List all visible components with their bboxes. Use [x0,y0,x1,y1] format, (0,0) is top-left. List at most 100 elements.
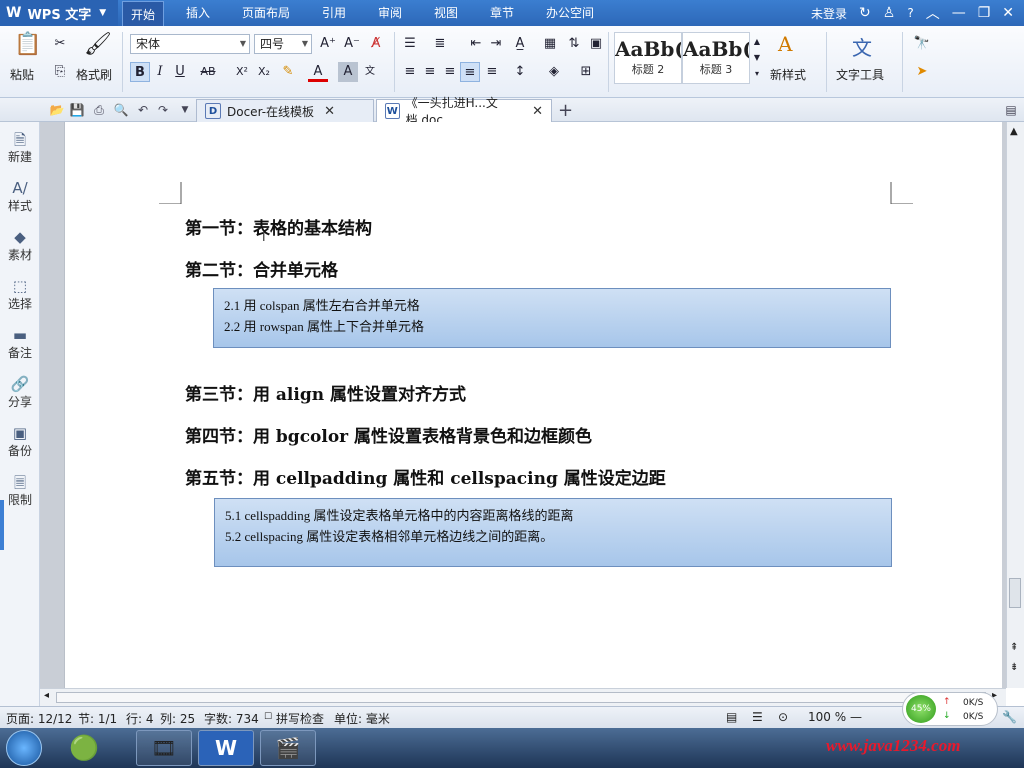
align-center-icon[interactable]: ≡ [420,62,440,82]
customize-icon[interactable]: ▼ [176,101,194,119]
taskbar-app-icon[interactable]: 🟢 [56,730,112,766]
vertical-scrollbar[interactable]: ▲ ⇞ ⇟ [1006,122,1024,688]
hscroll-thumb[interactable] [56,692,986,703]
show-marks-icon[interactable]: ▣ [586,34,606,54]
brush-icon[interactable]: 🖌 [84,32,112,57]
unit-indicator[interactable]: 单位: 毫米 [334,710,390,727]
page-indicator[interactable]: 页面: 12/12 [6,710,72,727]
sidebar-item-select[interactable]: ⬚ 选择 [0,277,40,312]
close-tab-icon[interactable]: ✕ [324,104,335,119]
scroll-up-icon[interactable]: ▲ [1010,126,1018,137]
cut-icon[interactable]: ✂ [50,34,70,54]
login-link[interactable]: 未登录 [811,5,847,22]
find-icon[interactable]: 🔭 [912,34,932,54]
menu-view[interactable]: 视图 [434,0,458,26]
paste-button[interactable]: 粘贴 [10,66,34,83]
bullet-list-icon[interactable]: ☰ [400,34,420,54]
new-style-button[interactable]: 新样式 [770,66,806,83]
text-tools-icon[interactable]: 文 [852,32,872,61]
text-tools-button[interactable]: 文字工具 [836,66,884,83]
wps-app-menu[interactable]: W WPS 文字 ▼ [0,0,118,26]
line-spacing-icon[interactable]: ↕ [510,62,530,82]
bold-icon[interactable]: B [130,62,150,82]
borders-icon[interactable]: ⊞ [576,62,596,82]
style-more-icon[interactable]: ▾ [750,64,764,84]
underline-icon[interactable]: U [170,62,190,82]
superscript-icon[interactable]: X² [232,62,252,82]
horizontal-scrollbar[interactable]: ◂ ▸ [40,688,1006,706]
italic-icon[interactable]: I [150,62,170,82]
document-page[interactable]: 第一节：表格的基本结构 第二节：合并单元格 2.1 用 colspan 属性左右… [64,122,1002,688]
char-format-icon[interactable]: A̲ [510,34,530,54]
heading-section-5[interactable]: 第五节：用 cellpadding 属性和 cellspacing 属性设定边距 [185,464,666,489]
collapse-ribbon-icon[interactable]: ︿ [926,3,940,23]
sort-icon[interactable]: ⇅ [564,34,584,54]
sidebar-item-style[interactable]: A/样式 [0,179,40,214]
minimize-icon[interactable]: — [952,5,966,21]
increase-indent-icon[interactable]: ⇥ [486,34,506,54]
tab-menu-icon[interactable]: ▤ [1002,101,1020,119]
sidebar-item-new[interactable]: 🗎 新建 [0,130,40,165]
heading-section-2[interactable]: 第二节：合并单元格 [185,256,338,281]
heading-section-1[interactable]: 第一节：表格的基本结构 [185,214,372,239]
sidebar-item-share[interactable]: 🔗 分享 [0,375,40,410]
grow-font-icon[interactable]: A⁺ [318,34,338,54]
format-painter-button[interactable]: 格式刷 [76,66,112,83]
new-style-icon[interactable]: A [778,32,792,56]
font-name-select[interactable]: 宋体 ▼ [130,34,250,54]
clear-format-icon[interactable]: A̸ [366,34,386,54]
open-icon[interactable]: 📂 [48,101,66,119]
spell-check-toggle[interactable]: 拼写检查 [276,710,324,727]
zoom-level[interactable]: 100 % [808,710,846,724]
page-view-icon[interactable]: ▤ [726,710,737,724]
menu-references[interactable]: 引用 [322,0,346,26]
shading-icon[interactable]: ◈ [544,62,564,82]
sidebar-item-restrict[interactable]: 🗏 限制 [0,473,40,508]
menu-home[interactable]: 开始 [122,1,165,26]
font-color-icon[interactable]: A [308,62,328,82]
print-icon[interactable]: ⎙ [90,101,108,119]
style-heading-3[interactable]: AaBb( 标题 3 [682,32,750,84]
menu-page-layout[interactable]: 页面布局 [242,0,290,26]
paste-icon[interactable]: 📋 [14,32,41,57]
help-button[interactable]: ? [907,6,913,20]
heading-section-4[interactable]: 第四节：用 bgcolor 属性设置表格背景色和边框颜色 [185,422,592,447]
numbered-list-icon[interactable]: ≣ [430,34,450,54]
menu-office-space[interactable]: 办公空间 [546,0,594,26]
tab-document[interactable]: W 《一头扎进H...文档.doc ✕ [376,96,552,127]
redo-icon[interactable]: ↷ [154,101,172,119]
wrench-icon[interactable]: 🔧 [1002,710,1017,724]
tab-docer[interactable]: D Docer-在线模板 ✕ [196,99,374,122]
menu-chapter[interactable]: 章节 [490,0,514,26]
select-icon[interactable]: ➤ [912,62,932,82]
heading-section-3[interactable]: 第三节：用 align 属性设置对齐方式 [185,380,466,405]
undo-icon[interactable]: ↶ [134,101,152,119]
style-heading-2[interactable]: AaBb( 标题 2 [614,32,682,84]
prev-page-icon[interactable]: ⇞ [1010,642,1018,653]
restore-icon[interactable]: ❐ [978,5,991,21]
subtopic-box-2[interactable]: 2.1 用 colspan 属性左右合并单元格 2.2 用 rowspan 属性… [213,288,891,348]
menu-insert[interactable]: 插入 [186,0,210,26]
print-preview-icon[interactable]: 🔍 [112,101,130,119]
close-tab-icon[interactable]: ✕ [532,104,543,119]
align-left-icon[interactable]: ≡ [400,62,420,82]
scroll-left-icon[interactable]: ◂ [44,690,49,701]
copy-icon[interactable]: ⎘ [50,62,70,82]
zoom-out-icon[interactable]: — [850,710,862,724]
highlight-icon[interactable]: ✎ [278,62,298,82]
taskbar-app-video[interactable]: 🎞 [136,730,192,766]
decrease-indent-icon[interactable]: ⇤ [466,34,486,54]
sidebar-item-notes[interactable]: ▬ 备注 [0,326,40,361]
strikethrough-icon[interactable]: AB [198,62,218,82]
close-icon[interactable]: ✕ [1002,5,1014,21]
table-icon[interactable]: ▦ [540,34,560,54]
sidebar-item-backup[interactable]: ▣ 备份 [0,424,40,459]
taskbar-app-recorder[interactable]: 🎬 [260,730,316,766]
new-tab-icon[interactable]: + [558,100,573,121]
word-count[interactable]: 字数: 734 [204,710,259,727]
align-right-icon[interactable]: ≡ [440,62,460,82]
next-page-icon[interactable]: ⇟ [1010,662,1018,673]
phonetic-icon[interactable]: 文 [360,62,380,82]
skin-icon[interactable]: ♙ [883,5,896,21]
sync-icon[interactable]: ↻ [859,5,871,21]
